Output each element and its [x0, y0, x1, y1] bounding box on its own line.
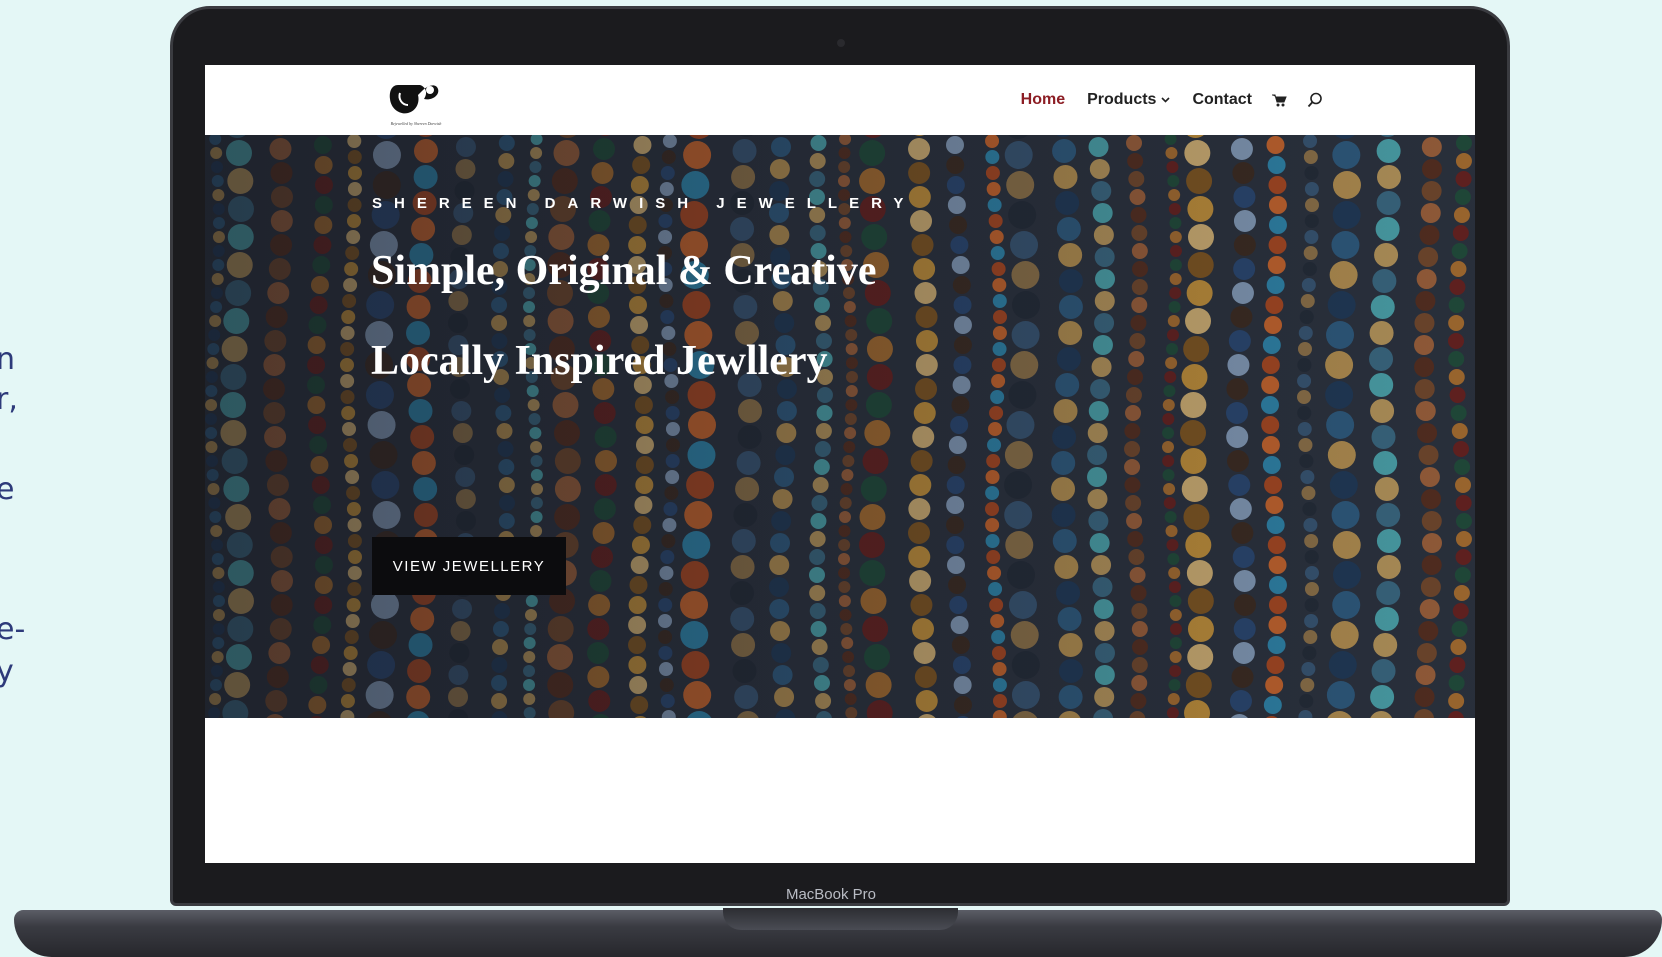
site-header: Bejewelled by Shereen Darwish Home Produ…	[205, 65, 1475, 135]
logo-mark-icon	[389, 85, 439, 114]
nav-products-label: Products	[1087, 91, 1157, 108]
site-logo[interactable]: Bejewelled by Shereen Darwish	[378, 73, 454, 129]
nav-contact-label: Contact	[1192, 91, 1252, 108]
cart-icon[interactable]	[1272, 94, 1287, 107]
nav-contact[interactable]: Contact	[1192, 91, 1252, 109]
main-nav: Home Products Contact	[1021, 91, 1323, 109]
hero-slider: SHEREEN DARWISH JEWELLERY Simple, Origin…	[205, 135, 1475, 718]
device-label: MacBook Pro	[785, 886, 877, 903]
hero-title-line-2: Locally Inspired Jewllery	[371, 338, 828, 384]
nav-products[interactable]: Products	[1087, 91, 1171, 109]
camera-icon	[837, 39, 845, 47]
nav-home-label: Home	[1020, 91, 1066, 108]
nav-home[interactable]: Home	[1021, 91, 1065, 109]
hero-overlay	[205, 135, 1475, 718]
search-icon[interactable]	[1307, 92, 1323, 108]
side-text-line: e-	[0, 612, 26, 647]
hero-eyebrow: SHEREEN DARWISH JEWELLERY	[372, 195, 916, 212]
logo-caption: Bejewelled by Shereen Darwish	[390, 121, 442, 126]
side-text-line: y	[0, 654, 14, 689]
laptop-notch	[723, 908, 958, 930]
view-jewellery-button[interactable]: VIEW JEWELLERY	[372, 537, 566, 595]
side-text-line: n	[0, 342, 16, 377]
hero-title-line-1: Simple, Original & Creative	[371, 248, 877, 294]
chevron-down-icon	[1161, 95, 1171, 106]
laptop-screen: Bejewelled by Shereen Darwish Home Produ…	[205, 65, 1475, 863]
side-text-line: e	[0, 472, 15, 507]
side-text-line: r,	[0, 382, 18, 417]
